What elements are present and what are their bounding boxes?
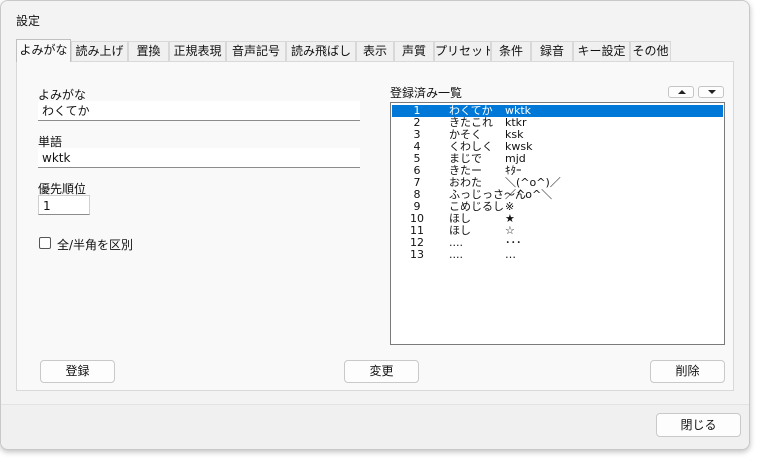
list-item[interactable]: 2 きたこれ ktkr: [392, 117, 723, 129]
width-distinguish-checkbox[interactable]: [39, 237, 51, 249]
register-button[interactable]: 登録: [40, 360, 115, 383]
settings-window: 設定 よみがな 読み上げ 置換 正規表現 音声記号 読み飛ばし 表示 声質 プリ…: [0, 0, 750, 450]
priority-input[interactable]: 1: [38, 195, 90, 215]
tab-yomigana[interactable]: よみがな: [16, 39, 71, 62]
move-up-button[interactable]: [668, 86, 694, 98]
list-item[interactable]: 1 わくてか wktk: [392, 105, 723, 117]
list-item[interactable]: 9 こめじるし ※: [392, 201, 723, 213]
list-item[interactable]: 5 まじで mjd: [392, 153, 723, 165]
list-item-number: 13: [410, 248, 424, 261]
footer-area: [1, 405, 749, 449]
tab-replace[interactable]: 置換: [128, 41, 169, 61]
tab-regex[interactable]: 正規表現: [169, 41, 226, 61]
tab-condition[interactable]: 条件: [491, 41, 531, 61]
title-bar[interactable]: 設定: [1, 1, 749, 33]
list-item[interactable]: 4 くわしく kwsk: [392, 141, 723, 153]
tab-keys[interactable]: キー設定: [573, 41, 630, 61]
tab-skip[interactable]: 読み飛ばし: [286, 41, 356, 61]
tab-other[interactable]: その他: [630, 41, 671, 61]
tab-panel-yomigana: よみがな わくてか 単語 wktk 優先順位 1 全/半角を区別 登録済み一覧 …: [16, 61, 734, 391]
tab-record[interactable]: 録音: [531, 41, 573, 61]
yomigana-input[interactable]: わくてか: [38, 101, 360, 121]
width-distinguish-label: 全/半角を区別: [57, 238, 134, 252]
list-item[interactable]: 11 ほし ☆: [392, 225, 723, 237]
registered-list-label: 登録済み一覧: [390, 86, 463, 100]
change-button[interactable]: 変更: [344, 360, 419, 383]
tab-display[interactable]: 表示: [356, 41, 394, 61]
list-item[interactable]: 3 かそく ksk: [392, 129, 723, 141]
tab-preset[interactable]: プリセット: [434, 41, 491, 61]
close-button[interactable]: 閉じる: [656, 413, 741, 437]
list-item-word: …: [505, 248, 516, 261]
list-item[interactable]: 8 ふっじっさ～ん ／^o^＼: [392, 189, 723, 201]
registered-list[interactable]: 1 わくてか wktk 2 きたこれ ktkr 3 かそく ksk 4 くわしく kwsk 5 まじで mj…: [390, 102, 725, 345]
list-item[interactable]: 13.... …: [392, 249, 723, 261]
move-down-button[interactable]: [698, 86, 724, 98]
window-title: 設定: [16, 14, 41, 28]
tab-voice[interactable]: 声質: [394, 41, 434, 61]
list-item-yomigana: ....: [449, 248, 463, 261]
arrow-up-icon: [678, 90, 686, 94]
arrow-down-icon: [708, 90, 716, 94]
tab-yomiage[interactable]: 読み上げ: [71, 41, 128, 61]
tab-phonetic[interactable]: 音声記号: [226, 41, 286, 61]
delete-button[interactable]: 削除: [650, 360, 725, 383]
list-item[interactable]: 12.... ･･･: [392, 237, 723, 249]
list-item[interactable]: 7 おわた ＼(^o^)／: [392, 177, 723, 189]
word-input[interactable]: wktk: [38, 148, 360, 168]
list-item[interactable]: 10 ほし ★: [392, 213, 723, 225]
